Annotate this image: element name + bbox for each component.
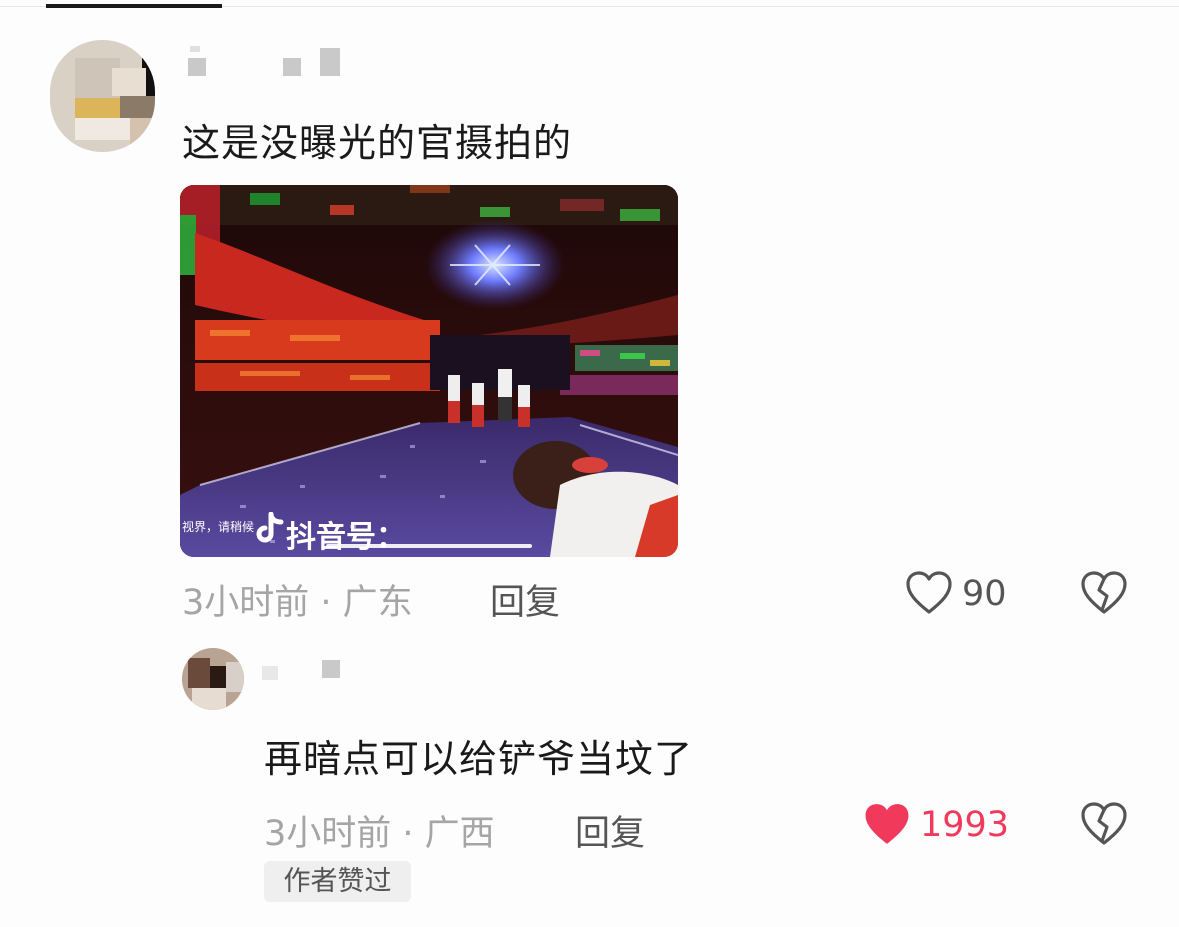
broken-heart-icon[interactable]	[1080, 801, 1128, 847]
concert-stage-image	[180, 185, 678, 557]
reply-username-mosaic[interactable]	[262, 656, 352, 686]
reply-text: 再暗点可以给铲爷当坟了	[264, 737, 694, 781]
reply-meta: 3小时前 · 广西	[264, 814, 495, 854]
reply-button[interactable]: 回复	[490, 574, 560, 625]
watermark-caption: 视界，请稍候	[182, 520, 255, 534]
like-count: 90	[962, 574, 1007, 614]
comment-text: 这是没曝光的官摄拍的	[182, 121, 573, 165]
reply-like-count: 1993	[920, 805, 1010, 845]
active-tab-indicator	[46, 4, 222, 8]
tiktok-logo-icon	[256, 512, 284, 543]
username-mosaic[interactable]	[186, 44, 346, 78]
broken-heart-icon[interactable]	[1080, 570, 1128, 616]
reply-reply-button[interactable]: 回复	[575, 805, 645, 856]
comment-video-thumbnail[interactable]: 视界，请稍候	[180, 185, 678, 557]
heart-filled-icon[interactable]	[862, 801, 912, 848]
reply-avatar[interactable]	[182, 648, 244, 710]
watermark-brand: 抖音号：	[286, 520, 406, 555]
heart-outline-icon[interactable]	[905, 570, 953, 616]
comment-meta: 3小时前 · 广东	[182, 583, 413, 623]
avatar[interactable]	[50, 40, 155, 152]
author-liked-badge: 作者赞过	[264, 861, 411, 902]
